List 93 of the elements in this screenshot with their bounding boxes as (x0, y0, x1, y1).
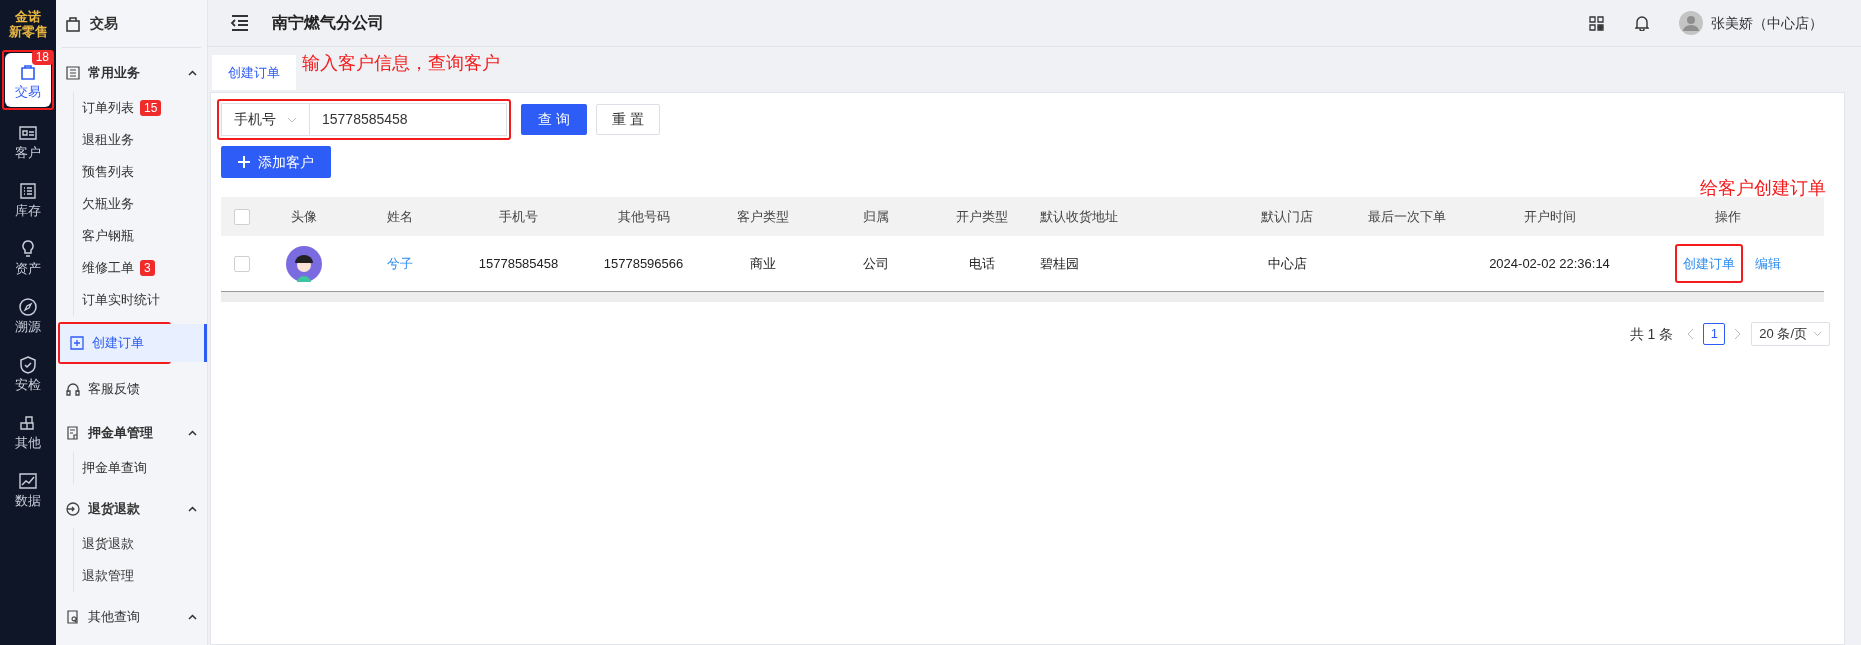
menu-group[interactable]: 押金单管理 (56, 414, 207, 452)
bag-icon (66, 15, 80, 32)
list-icon (66, 66, 80, 80)
bell-icon[interactable] (1635, 15, 1649, 31)
brand-logo-text: 金诺 (15, 10, 41, 25)
menu-item[interactable]: 退款管理 (82, 560, 207, 592)
return-icon (66, 502, 80, 516)
chevron-up-icon[interactable] (188, 430, 197, 436)
chevron-down-icon (1813, 331, 1822, 337)
menu-item[interactable]: 订单实时统计 (82, 284, 207, 316)
table-cell-text: 碧桂园 (1039, 254, 1080, 273)
table-cell-text: 15778585458 (477, 254, 560, 273)
list-icon (18, 181, 38, 201)
nav-rail-item[interactable]: 其他 (5, 404, 51, 458)
chevron-up-icon[interactable] (188, 70, 197, 76)
document-icon (66, 426, 80, 440)
table-cell-text: 2024-02-02 22:36:14 (1488, 254, 1611, 273)
menu-item[interactable]: 退货退款 (82, 528, 207, 560)
nav-rail-item[interactable]: 资产 (5, 230, 51, 284)
nav-rail-item[interactable]: 客户 (5, 114, 51, 168)
menu-group[interactable]: 常用业务 (56, 54, 207, 92)
add-customer-button[interactable]: 添加客户 (221, 146, 331, 178)
table-cell-text: 公司 (862, 254, 890, 273)
create-order-link[interactable]: 创建订单 (1683, 253, 1735, 274)
menu-item[interactable]: 订单列表 15 (82, 92, 207, 124)
menu-group[interactable]: 创建订单 (60, 324, 207, 362)
plus-icon (238, 156, 250, 168)
count-badge: 3 (140, 260, 155, 276)
menu-item[interactable]: 欠瓶业务 (82, 188, 207, 220)
column-header: 归属 (862, 207, 890, 226)
menu-item[interactable]: 客户钢瓶 (82, 220, 207, 252)
bag-icon (18, 62, 38, 82)
line-chart-icon (18, 471, 38, 491)
headset-icon (66, 382, 80, 396)
count-badge: 15 (140, 100, 162, 116)
menu-group[interactable]: 客服反馈 (56, 370, 207, 408)
company-title: 南宁燃气分公司 (272, 13, 384, 33)
chevron-up-icon[interactable] (188, 506, 197, 512)
shield-check-icon (18, 355, 38, 375)
qr-code-icon[interactable] (1589, 15, 1604, 31)
menu-group[interactable]: 其他查询 (56, 598, 207, 636)
customer-name-link[interactable]: 兮子 (345, 253, 455, 274)
annotation-text: 输入客户信息，查询客户 (302, 52, 500, 75)
nav-rail-item[interactable]: 安检 (5, 346, 51, 400)
page-tab[interactable]: 创建订单 (212, 55, 296, 90)
nav-rail-item[interactable]: 溯源 (5, 288, 51, 342)
checkbox[interactable] (233, 255, 250, 272)
column-header: 客户类型 (735, 207, 790, 226)
column-header: 默认收货地址 (1039, 207, 1119, 226)
column-header: 头像 (289, 207, 318, 226)
menu-item[interactable]: 预售列表 (82, 156, 207, 188)
column-header: 开户类型 (955, 207, 1009, 226)
user-name[interactable]: 张美娇（中心店） (1711, 12, 1823, 34)
column-header: 手机号 (498, 207, 539, 226)
nav-rail-item[interactable]: 交易 18 (5, 53, 51, 107)
document-search-icon (66, 610, 80, 624)
column-header: 开户时间 (1522, 207, 1577, 226)
search-input-field[interactable]: 15778585458 (310, 103, 507, 136)
search-type-select[interactable]: 手机号 (221, 103, 310, 136)
nav-rail-item[interactable]: 库存 (5, 172, 51, 226)
collapse-menu-icon[interactable] (230, 15, 250, 31)
column-header: 默认门店 (1260, 207, 1314, 226)
query-button[interactable]: 查 询 (521, 104, 587, 135)
id-card-icon (18, 123, 38, 143)
table-cell-text: 中心店 (1266, 254, 1308, 273)
chevron-down-icon (287, 116, 297, 123)
column-header: 最后一次下单 (1367, 207, 1447, 226)
annotation-text: 给客户创建订单 (1700, 177, 1826, 200)
checkbox[interactable] (233, 208, 250, 225)
horizontal-scrollbar[interactable] (221, 291, 1824, 302)
table-cell-text: 电话 (968, 254, 996, 273)
chevron-up-icon[interactable] (188, 614, 197, 620)
avatar-icon (285, 245, 322, 282)
menu-group[interactable]: 退货退款 (56, 490, 207, 528)
total-count: 共 1 条 (1629, 324, 1674, 344)
nav-rail-item[interactable]: 数据 (5, 462, 51, 516)
page-size-select[interactable]: 20 条/页 (1751, 322, 1830, 346)
notification-badge: 18 (31, 50, 53, 65)
table-cell-text: 15778596566 (602, 254, 685, 273)
reset-button[interactable]: 重 置 (596, 104, 660, 135)
column-header: 操作 (1714, 207, 1742, 226)
column-header: 其他号码 (616, 207, 671, 226)
brand-subtitle: 新零售 (8, 25, 48, 40)
menu-item[interactable]: 维修工单 3 (82, 252, 207, 284)
menu-title: 交易 (90, 14, 118, 33)
edit-link[interactable]: 编辑 (1755, 253, 1781, 274)
table-cell-text: 商业 (748, 254, 777, 273)
menu-item[interactable]: 退租业务 (82, 124, 207, 156)
page-number-button[interactable]: 1 (1703, 323, 1726, 345)
menu-item[interactable]: 押金单查询 (82, 452, 207, 484)
user-avatar-icon[interactable] (1679, 11, 1703, 35)
compass-icon (18, 297, 38, 317)
column-header: 姓名 (386, 207, 414, 226)
